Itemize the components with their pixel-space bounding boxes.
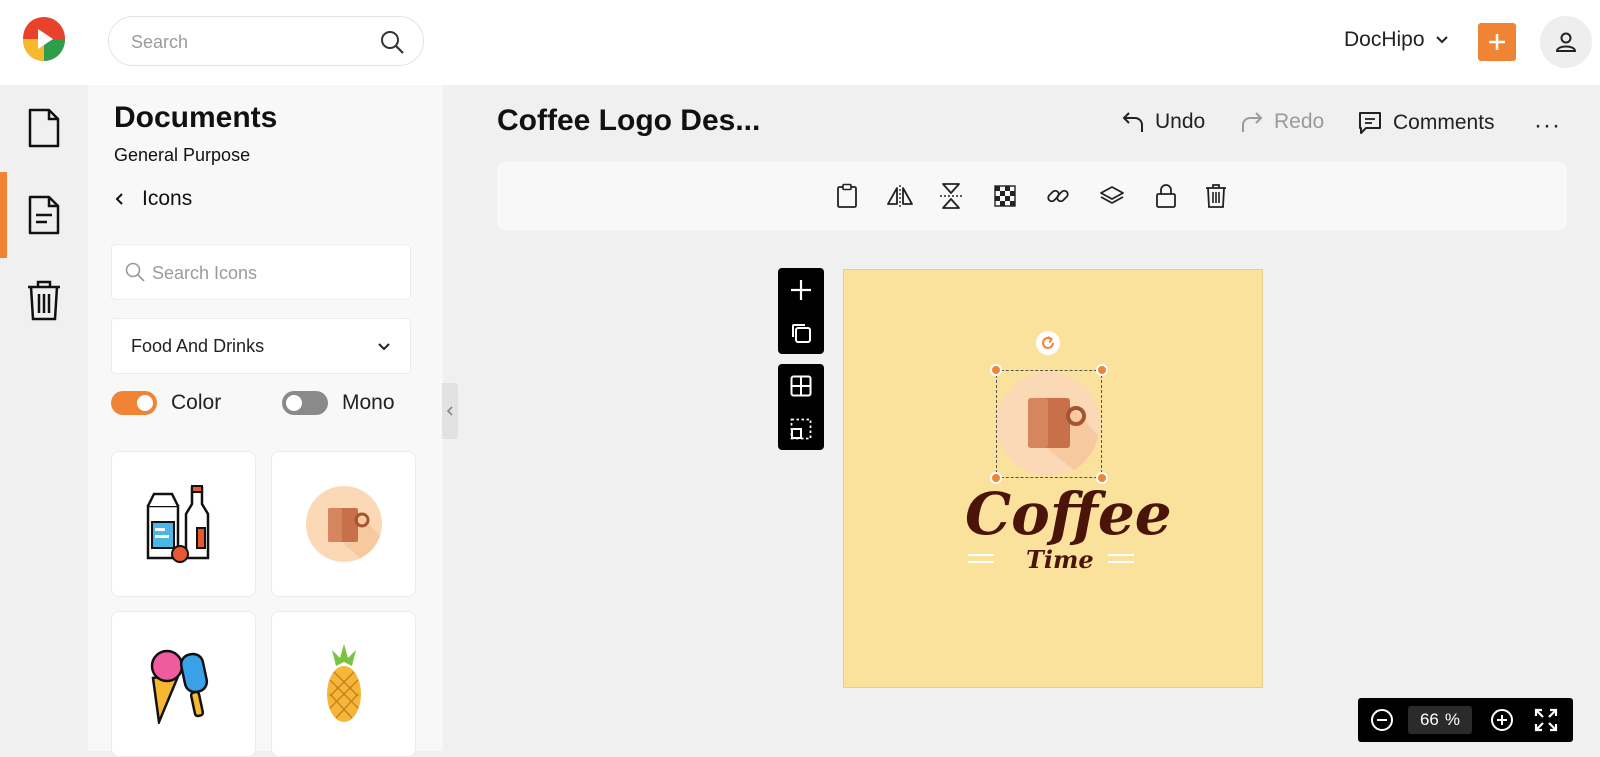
panel-title: Documents [114,101,278,134]
resize-icon[interactable] [790,418,812,440]
flip-vertical-icon[interactable] [937,182,965,210]
icon-tile-milk-bottles[interactable] [111,451,256,597]
rotate-handle[interactable] [1036,331,1060,355]
comments-button[interactable]: Comments [1357,110,1495,136]
file-icon [28,108,60,148]
redo-icon [1242,112,1263,132]
plus-icon [1489,34,1505,50]
zoom-control: 66 % [1358,698,1573,742]
ice-cream-icon [150,649,208,724]
category-select[interactable]: Food And Drinks [111,318,411,374]
top-bar: Search DocHipo [0,0,1600,85]
undo-icon [1122,112,1143,132]
rail-item-documents[interactable] [0,85,88,171]
decor-line [1108,561,1134,563]
panel-subtitle: General Purpose [114,145,251,165]
search-icon[interactable] [379,29,405,55]
chevron-down-icon [1435,36,1448,44]
mono-toggle[interactable] [282,391,328,415]
zoom-out-icon [1371,709,1393,731]
document-title[interactable]: Coffee Logo Des... [497,104,760,138]
back-label: Icons [142,187,193,210]
app-logo[interactable] [21,15,67,63]
rotate-icon [1042,336,1054,349]
comments-label: Comments [1393,111,1495,134]
file-text-icon [28,195,60,235]
transparency-icon[interactable] [991,182,1019,210]
design-canvas[interactable]: Coffee Time [843,269,1263,688]
canvas-subheading[interactable]: Time [1026,545,1094,574]
layers-icon[interactable] [1098,182,1126,210]
trash-icon[interactable] [1202,182,1230,210]
color-toggle-label: Color [171,391,222,414]
icon-tile-pineapple[interactable] [271,611,416,757]
resize-handle-top-left[interactable] [990,364,1002,376]
color-toggle-row[interactable]: Color [111,391,221,415]
chevron-down-icon [378,343,390,351]
global-search[interactable]: Search [108,16,424,66]
mono-toggle-row[interactable]: Mono [282,391,395,415]
zoom-out-button[interactable] [1368,706,1396,734]
search-icon [125,262,145,282]
fullscreen-button[interactable] [1532,706,1560,734]
zoom-in-button[interactable] [1488,706,1516,734]
rail-item-templates[interactable] [0,172,88,258]
icon-tile-ice-cream[interactable] [111,611,256,757]
more-options-button[interactable]: ··· [1534,112,1561,140]
flip-horizontal-icon[interactable] [886,182,914,210]
back-to-icons[interactable]: Icons [114,187,192,211]
element-toolbar [497,162,1567,230]
selection-box [996,370,1102,478]
resize-handle-top-right[interactable] [1096,364,1108,376]
zoom-unit: % [1444,710,1461,729]
user-icon [1555,32,1577,52]
decor-line [968,561,994,563]
redo-button[interactable]: Redo [1240,110,1324,134]
pineapple-icon [326,644,361,722]
collapse-panel-button[interactable] [442,383,458,439]
grid-tools [778,364,824,450]
zoom-value: 66 [1419,710,1439,729]
duplicate-page-icon[interactable] [790,322,812,344]
icon-tile-coffee-cup[interactable] [271,451,416,597]
undo-label: Undo [1155,110,1206,133]
undo-button[interactable]: Undo [1121,110,1205,134]
workspace-name: DocHipo [1344,28,1425,51]
zoom-level[interactable]: 66 % [1408,706,1472,734]
left-rail [0,85,88,751]
rail-item-trash[interactable] [0,257,88,343]
search-placeholder: Search [131,32,189,52]
chevron-left-icon [115,193,123,205]
side-panel: Documents General Purpose Icons Search I… [88,85,443,757]
add-page-icon[interactable] [789,278,813,302]
fullscreen-icon [1534,708,1558,732]
grid-icon[interactable] [790,375,812,397]
redo-label: Redo [1274,110,1325,133]
page-tools [778,268,824,354]
trash-icon [28,280,60,321]
icon-search-input[interactable]: Search Icons [111,244,411,300]
decor-line [968,554,994,556]
canvas-heading[interactable]: Coffee [965,480,1172,548]
coffee-cup-icon [305,486,382,562]
clipboard-icon[interactable] [833,182,861,210]
link-icon[interactable] [1044,182,1072,210]
category-value: Food And Drinks [131,336,265,356]
decor-line [1108,554,1134,556]
icon-search-placeholder: Search Icons [152,263,258,283]
user-avatar[interactable] [1540,16,1592,68]
color-toggle[interactable] [111,391,157,415]
comment-icon [1359,112,1381,134]
zoom-in-icon [1491,709,1513,731]
create-button[interactable] [1478,23,1516,61]
chevron-left-icon [446,406,453,416]
mono-toggle-label: Mono [342,391,395,414]
lock-icon[interactable] [1152,182,1180,210]
workspace-dropdown[interactable]: DocHipo [1344,28,1449,52]
milk-bottles-icon [146,485,209,563]
